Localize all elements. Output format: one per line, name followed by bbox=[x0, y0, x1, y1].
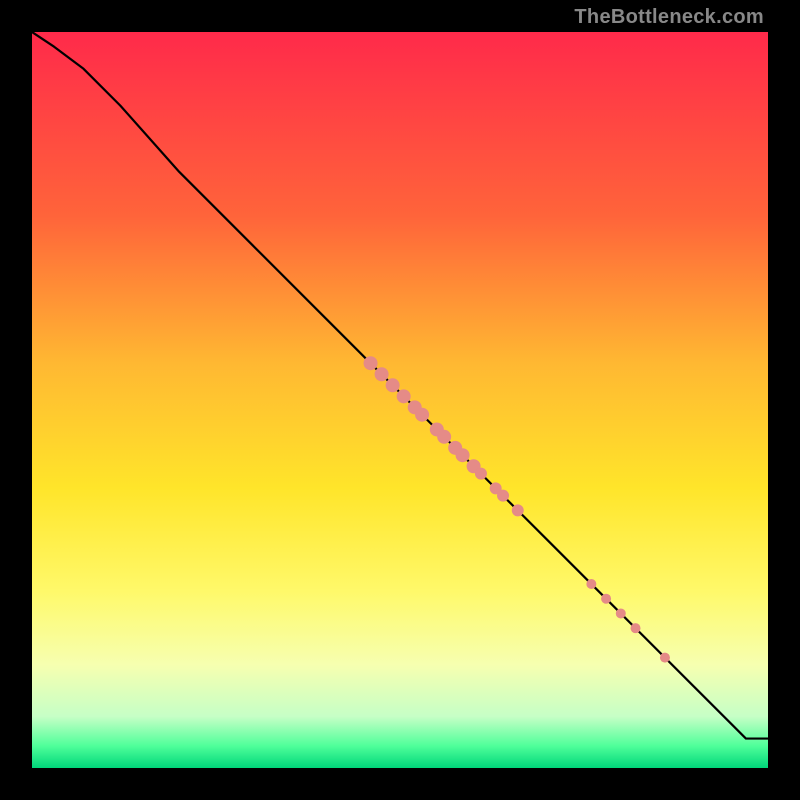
data-point bbox=[586, 579, 596, 589]
data-point bbox=[456, 448, 470, 462]
data-point bbox=[364, 356, 378, 370]
data-point bbox=[601, 594, 611, 604]
watermark-text: TheBottleneck.com bbox=[574, 6, 764, 29]
data-point bbox=[397, 389, 411, 403]
data-point bbox=[512, 504, 524, 516]
data-point bbox=[375, 367, 389, 381]
data-point bbox=[415, 408, 429, 422]
chart-svg bbox=[32, 32, 768, 768]
plot-area bbox=[32, 32, 768, 768]
data-point bbox=[660, 653, 670, 663]
data-point bbox=[616, 608, 626, 618]
chart-stage: TheBottleneck.com bbox=[0, 0, 800, 800]
data-point bbox=[631, 623, 641, 633]
data-point bbox=[437, 430, 451, 444]
data-point bbox=[497, 490, 509, 502]
data-point bbox=[475, 468, 487, 480]
data-point bbox=[386, 378, 400, 392]
